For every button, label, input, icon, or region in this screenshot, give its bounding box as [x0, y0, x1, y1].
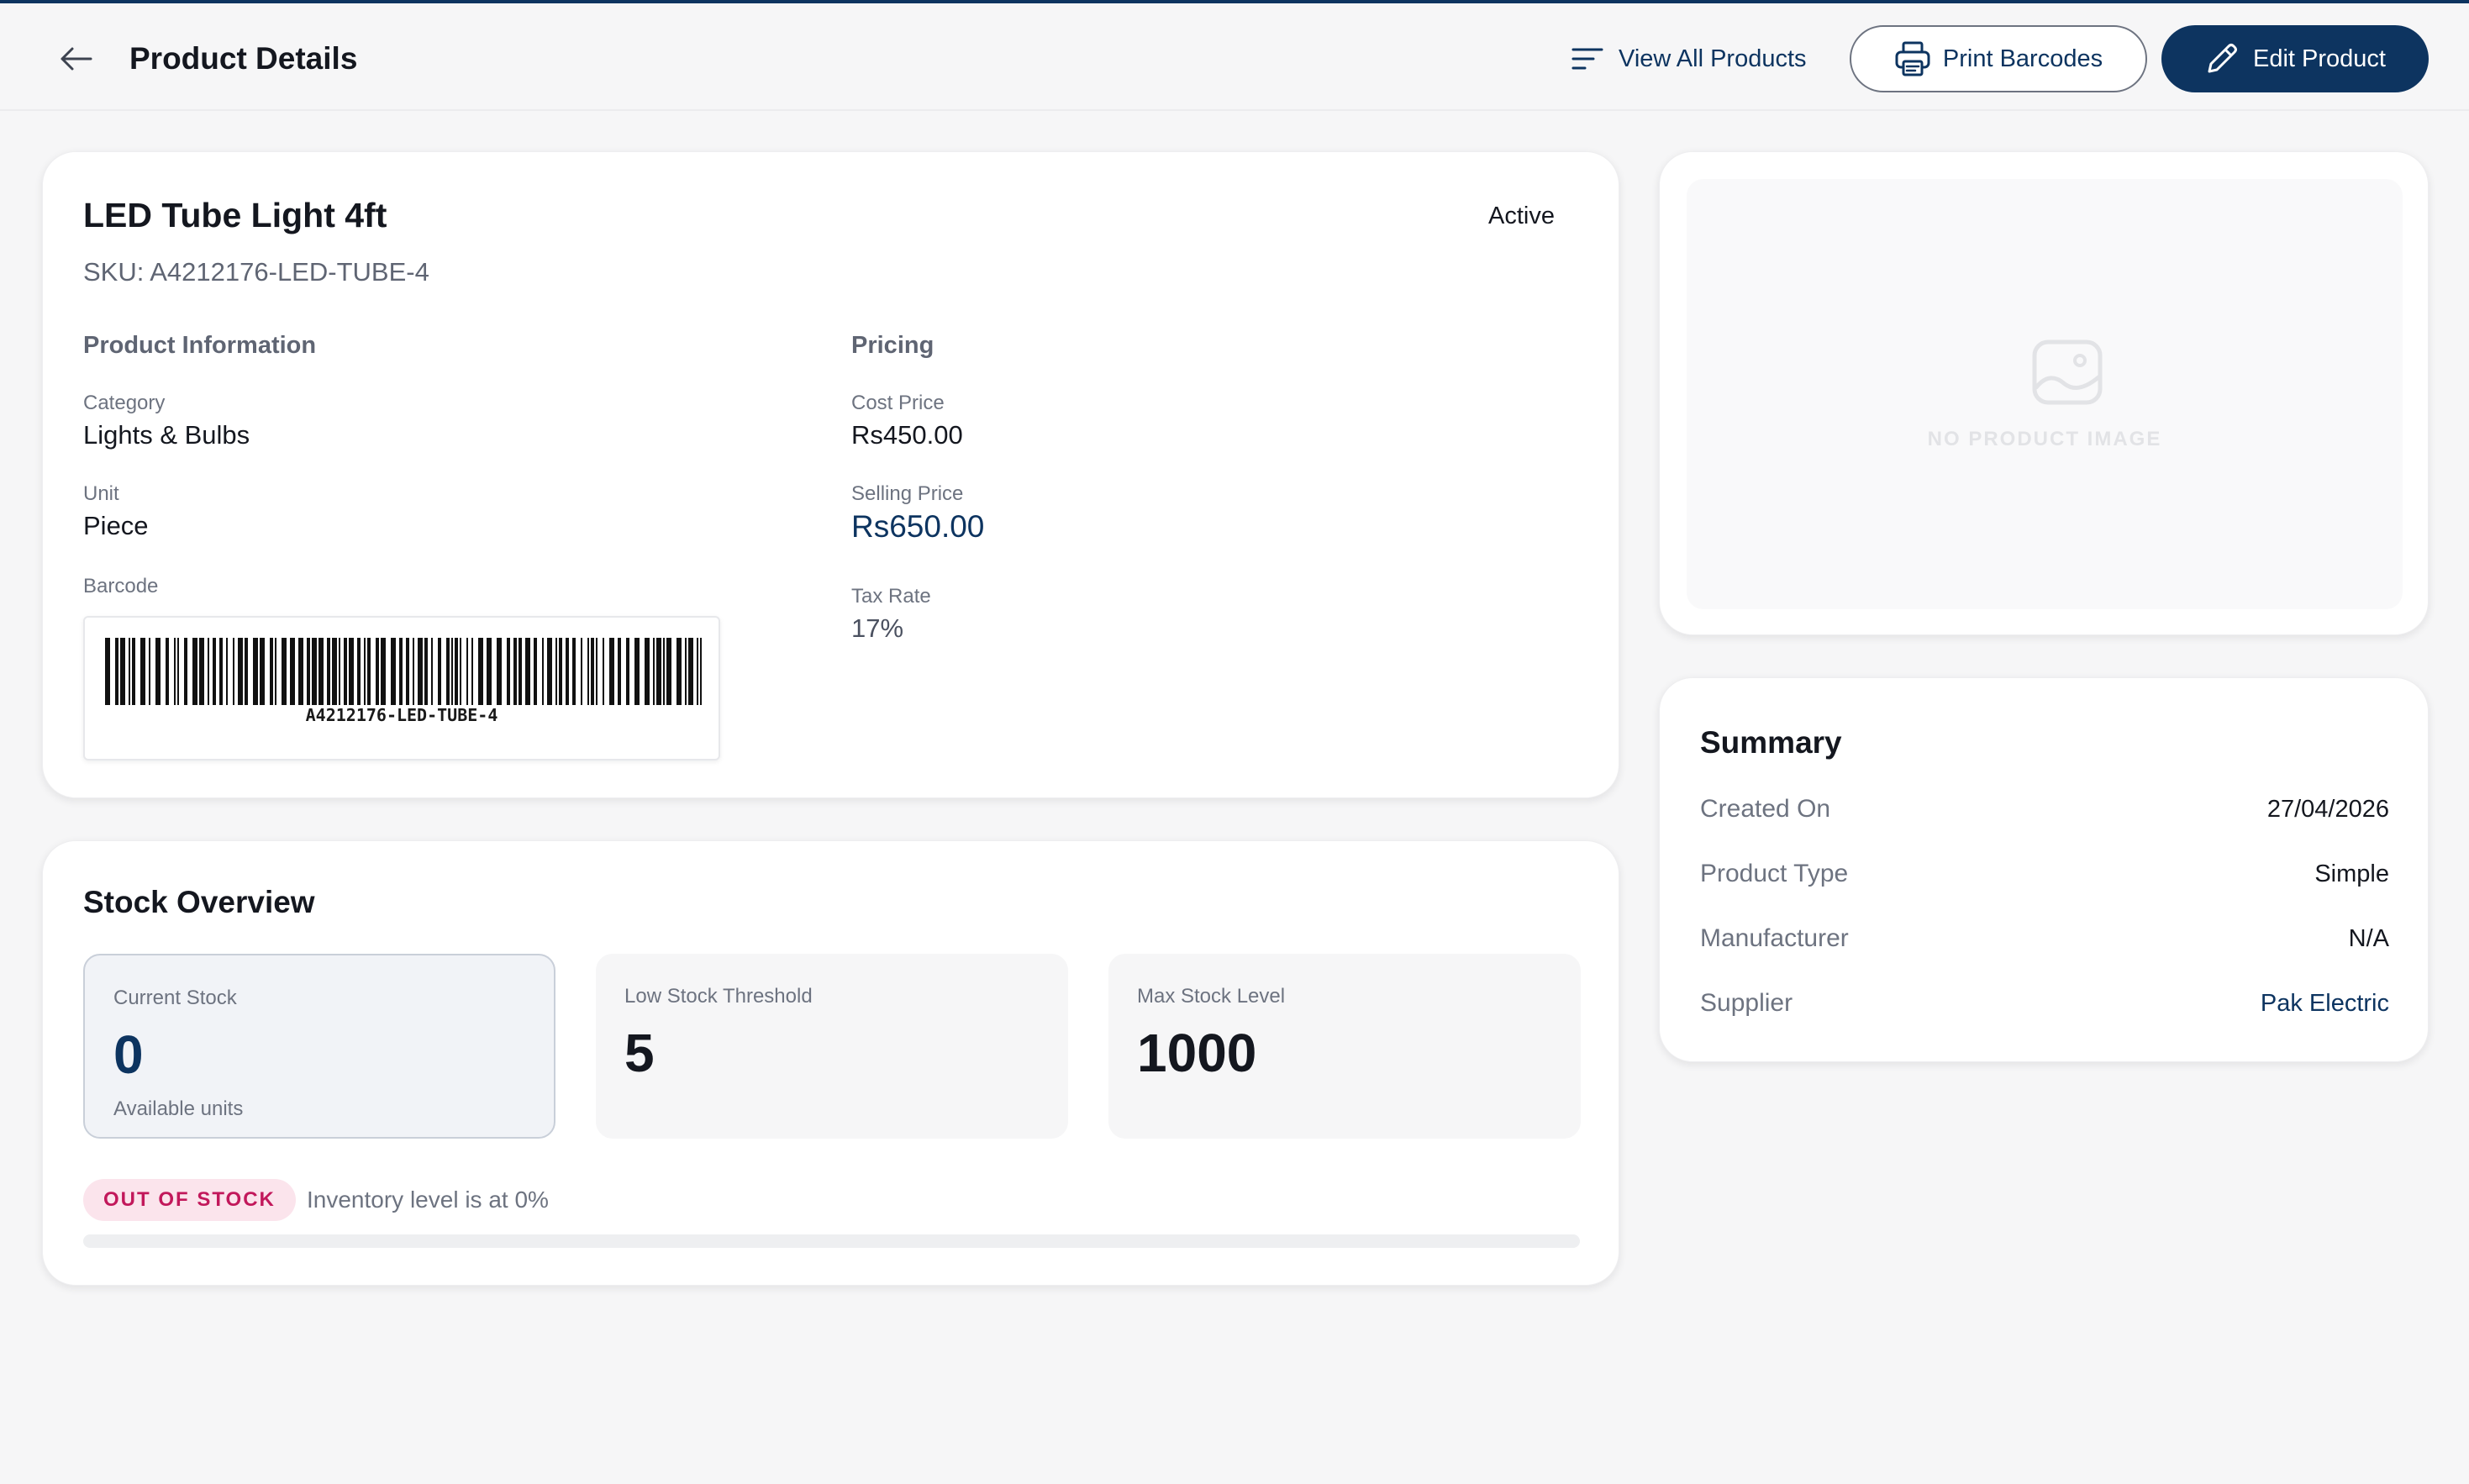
view-all-products-button[interactable]: View All Products: [1571, 37, 1807, 81]
max-stock-level-tile: Max Stock Level 1000: [1108, 954, 1581, 1139]
page-header: Product Details View All Products Print …: [0, 3, 2469, 111]
edit-product-label: Edit Product: [2253, 45, 2386, 72]
low-stock-threshold-value: 5: [624, 1023, 655, 1083]
stock-overview-card: Stock Overview Current Stock 0 Available…: [42, 840, 1619, 1286]
barcode-image: A4212176-LED-TUBE-4: [83, 616, 720, 760]
current-stock-label: Current Stock: [113, 987, 237, 1009]
status-badge: Active: [1488, 203, 1555, 229]
summary-row-supplier: Supplier Pak Electric: [1700, 987, 2389, 1020]
arrow-left-icon: [61, 47, 92, 71]
tax-rate-label: Tax Rate: [851, 585, 931, 608]
barcode-label: Barcode: [83, 575, 159, 597]
cost-price-value: Rs450.00: [851, 420, 963, 450]
product-information-heading: Product Information: [83, 332, 317, 359]
pencil-icon: [2208, 44, 2237, 73]
summary-value: N/A: [2348, 924, 2389, 952]
summary-value: Simple: [2314, 860, 2389, 887]
page-title: Product Details: [129, 41, 358, 76]
view-all-products-label: View All Products: [1619, 45, 1807, 72]
barcode-bars: [105, 638, 702, 705]
summary-value: 27/04/2026: [2266, 795, 2389, 823]
summary-key: Created On: [1700, 795, 1831, 823]
selling-price-value: Rs650.00: [851, 509, 985, 544]
tax-rate-value: 17%: [851, 613, 904, 643]
back-button[interactable]: [55, 40, 96, 77]
unit-label: Unit: [83, 482, 119, 505]
summary-heading: Summary: [1700, 725, 1842, 760]
product-card: LED Tube Light 4ft Active SKU: A4212176-…: [42, 151, 1619, 798]
summary-row-created-on: Created On 27/04/2026: [1700, 792, 2389, 826]
no-product-image-text: NO PRODUCT IMAGE: [1927, 428, 2162, 450]
product-image-placeholder: NO PRODUCT IMAGE: [1687, 179, 2403, 609]
unit-value: Piece: [83, 511, 149, 540]
print-barcodes-button[interactable]: Print Barcodes: [1850, 25, 2147, 92]
pricing-heading: Pricing: [851, 332, 934, 359]
summary-key: Supplier: [1700, 989, 1793, 1017]
current-stock-value: 0: [113, 1024, 144, 1085]
current-stock-sub: Available units: [113, 1097, 244, 1120]
summary-key: Product Type: [1700, 860, 1849, 887]
list-icon: [1571, 48, 1603, 70]
low-stock-threshold-label: Low Stock Threshold: [624, 985, 813, 1008]
summary-card: Summary Created On 27/04/2026 Product Ty…: [1659, 677, 2429, 1062]
barcode-text: A4212176-LED-TUBE-4: [305, 705, 498, 725]
category-value: Lights & Bulbs: [83, 420, 250, 450]
image-icon: [2032, 339, 2103, 405]
product-sku: SKU: A4212176-LED-TUBE-4: [83, 257, 429, 287]
stock-overview-heading: Stock Overview: [83, 885, 315, 919]
low-stock-threshold-tile: Low Stock Threshold 5: [596, 954, 1068, 1139]
max-stock-level-label: Max Stock Level: [1137, 985, 1286, 1008]
edit-product-button[interactable]: Edit Product: [2161, 25, 2429, 92]
cost-price-label: Cost Price: [851, 392, 945, 414]
printer-icon: [1895, 41, 1930, 76]
summary-row-manufacturer: Manufacturer N/A: [1700, 922, 2389, 955]
supplier-link[interactable]: Pak Electric: [2261, 990, 2389, 1018]
inventory-progress-bar: [83, 1234, 1580, 1248]
product-image-card: NO PRODUCT IMAGE: [1659, 151, 2429, 635]
summary-row-product-type: Product Type Simple: [1700, 857, 2389, 891]
summary-key: Manufacturer: [1700, 924, 1849, 952]
product-name: LED Tube Light 4ft: [83, 196, 387, 234]
out-of-stock-badge: OUT OF STOCK: [83, 1179, 296, 1221]
category-label: Category: [83, 392, 166, 414]
inventory-level-text: Inventory level is at 0%: [307, 1187, 549, 1213]
selling-price-label: Selling Price: [851, 482, 964, 505]
current-stock-tile: Current Stock 0 Available units: [83, 954, 555, 1139]
max-stock-level-value: 1000: [1137, 1023, 1257, 1083]
print-barcodes-label: Print Barcodes: [1942, 45, 2103, 72]
